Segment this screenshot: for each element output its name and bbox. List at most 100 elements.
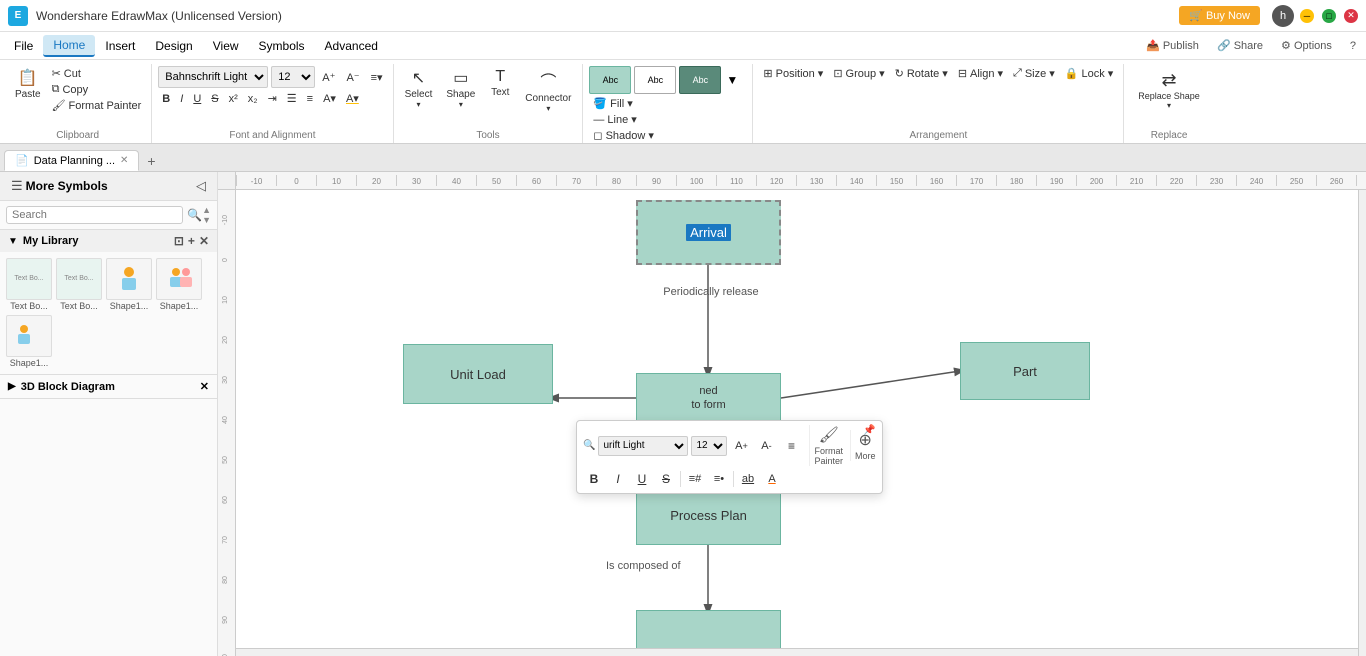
- library-add-btn[interactable]: +: [188, 234, 195, 248]
- bullet-button[interactable]: ≡: [303, 92, 317, 106]
- ft-strike-button[interactable]: S: [655, 469, 677, 489]
- text-button[interactable]: T Text: [484, 66, 516, 100]
- ft-align-button[interactable]: ≡: [780, 436, 802, 456]
- list-item[interactable]: Text Bo... Text Bo...: [6, 258, 52, 311]
- shape-button[interactable]: ▭ Shape ▾: [441, 66, 480, 111]
- canvas[interactable]: Periodically release Identifies Is compo…: [236, 190, 1366, 656]
- bold-button[interactable]: B: [158, 92, 174, 106]
- lib-label-3: Shape1...: [106, 301, 152, 311]
- maximize-button[interactable]: □: [1322, 9, 1336, 23]
- line-button[interactable]: — Line ▾: [589, 112, 657, 127]
- font-family-select[interactable]: Bahnschrift Light: [158, 66, 268, 88]
- position-button[interactable]: ⊞ Position ▾: [759, 66, 827, 81]
- unit-load-label: Unit Load: [450, 367, 506, 382]
- align-button[interactable]: ≡▾: [367, 70, 387, 85]
- format-painter-button[interactable]: 🖌Format Painter: [48, 98, 146, 113]
- menu-design[interactable]: Design: [145, 36, 202, 56]
- scroll-down-button[interactable]: ▼: [202, 215, 211, 225]
- minimize-button[interactable]: ─: [1300, 9, 1314, 23]
- ft-italic-button[interactable]: I: [607, 469, 629, 489]
- ft-ab-button[interactable]: ab: [737, 469, 759, 489]
- ft-underline-button[interactable]: U: [631, 469, 653, 489]
- ft-font-select[interactable]: urift Light: [598, 436, 688, 456]
- strikethrough-button[interactable]: S: [207, 92, 222, 106]
- style-preset-2[interactable]: Abc: [634, 66, 676, 94]
- unit-load-shape[interactable]: Unit Load: [403, 344, 553, 404]
- list-item[interactable]: Shape1...: [6, 315, 52, 368]
- lock-button[interactable]: 🔒 Lock ▾: [1061, 66, 1117, 81]
- menu-view[interactable]: View: [203, 36, 249, 56]
- list-button[interactable]: ☰: [283, 91, 301, 106]
- library-close-btn[interactable]: ✕: [199, 234, 209, 248]
- tools-group: ↖ Select ▾ ▭ Shape ▾ T Text ⌒ Connector …: [394, 64, 584, 143]
- copy-button[interactable]: ⧉Copy: [48, 82, 146, 97]
- rotate-button[interactable]: ↻ Rotate ▾: [891, 66, 952, 81]
- search-input[interactable]: [6, 206, 183, 224]
- font-size-select[interactable]: 12: [271, 66, 315, 88]
- style-preset-3[interactable]: Abc: [679, 66, 721, 94]
- lib-thumb-3: [106, 258, 152, 300]
- menu-advanced[interactable]: Advanced: [315, 36, 388, 56]
- cut-button[interactable]: ✂Cut: [48, 66, 146, 81]
- part-shape[interactable]: Part: [960, 342, 1090, 400]
- ft-shrink-button[interactable]: A-: [755, 436, 777, 456]
- 3d-block-header[interactable]: ▶ 3D Block Diagram ✕: [0, 375, 217, 398]
- italic-button[interactable]: I: [176, 92, 187, 106]
- pin-button[interactable]: 📌: [863, 425, 875, 436]
- subscript-button[interactable]: x₂: [244, 92, 262, 106]
- size-button[interactable]: ⤢ Size ▾: [1009, 66, 1059, 81]
- fill-button[interactable]: 🪣 Fill ▾: [589, 96, 657, 111]
- style-preset-1[interactable]: Abc: [589, 66, 631, 94]
- tab-add-button[interactable]: +: [141, 151, 161, 171]
- decrease-font-button[interactable]: A⁻: [342, 70, 363, 85]
- menu-insert[interactable]: Insert: [95, 36, 145, 56]
- ft-list-bullet-button[interactable]: ≡•: [708, 469, 730, 489]
- font-color-button[interactable]: A▾: [319, 91, 340, 106]
- superscript-button[interactable]: x²: [225, 92, 242, 106]
- shadow-button[interactable]: ◻ Shadow ▾: [589, 128, 657, 143]
- increase-font-button[interactable]: A⁺: [318, 70, 339, 85]
- ft-list-num-button[interactable]: ≡#: [684, 469, 706, 489]
- select-button[interactable]: ↖ Select ▾: [400, 66, 438, 111]
- help-button[interactable]: ?: [1344, 38, 1362, 54]
- options-button[interactable]: ⚙ Options: [1275, 37, 1338, 54]
- ft-bold-button[interactable]: B: [583, 469, 605, 489]
- scroll-up-button[interactable]: ▲: [202, 205, 211, 215]
- sidebar-collapse-icon[interactable]: ◁: [193, 177, 209, 195]
- menu-file[interactable]: File: [4, 36, 43, 56]
- ruler-marks: -10 0 10 20 30 40 50 60 70 80 90 100 110…: [236, 175, 1366, 186]
- menu-home[interactable]: Home: [43, 35, 95, 57]
- library-expand-btn[interactable]: ⊡: [174, 234, 184, 248]
- list-item[interactable]: Text Bo... Text Bo...: [56, 258, 102, 311]
- search-icon[interactable]: 🔍: [187, 208, 202, 222]
- replace-shape-button[interactable]: ⇄ Replace Shape ▾: [1130, 66, 1208, 114]
- box2-shape[interactable]: nedto form: [636, 373, 781, 423]
- list-item[interactable]: Shape1...: [156, 258, 202, 311]
- styles-expand-button[interactable]: ▼: [726, 73, 738, 87]
- process-plan-shape[interactable]: Process Plan: [636, 485, 781, 545]
- share-button[interactable]: 🔗 Share: [1211, 37, 1269, 54]
- highlight-button[interactable]: A▾: [342, 91, 363, 106]
- ft-grow-button[interactable]: A+: [730, 436, 752, 456]
- svg-text:70: 70: [222, 536, 229, 544]
- list-item[interactable]: Shape1...: [106, 258, 152, 311]
- align-arr-button[interactable]: ⊟ Align ▾: [954, 66, 1007, 81]
- group-button[interactable]: ⊡ Group ▾: [829, 66, 888, 81]
- underline-button[interactable]: U: [189, 92, 205, 106]
- buy-button[interactable]: 🛒 Buy Now: [1179, 6, 1260, 25]
- ft-size-select[interactable]: 12: [691, 436, 727, 456]
- sidebar-menu-icon[interactable]: ☰: [8, 177, 26, 195]
- connector-button[interactable]: ⌒ Connector ▾: [520, 66, 576, 115]
- tab-close-icon[interactable]: ✕: [120, 155, 128, 166]
- close-button[interactable]: ✕: [1344, 9, 1358, 23]
- paste-button[interactable]: 📋 Paste: [10, 66, 46, 102]
- publish-button[interactable]: 📤 Publish: [1140, 37, 1205, 54]
- menu-symbols[interactable]: Symbols: [249, 36, 315, 56]
- text-indent-button[interactable]: ⇥: [264, 91, 281, 106]
- block-close-icon[interactable]: ✕: [200, 380, 209, 393]
- ft-color-button[interactable]: A: [761, 469, 783, 489]
- tab-data-planning[interactable]: 📄 Data Planning ... ✕: [4, 150, 139, 171]
- my-library-header[interactable]: ▼ My Library ⊡ + ✕: [0, 230, 217, 252]
- arrival-shape[interactable]: Arrival: [636, 200, 781, 265]
- svg-text:40: 40: [222, 416, 229, 424]
